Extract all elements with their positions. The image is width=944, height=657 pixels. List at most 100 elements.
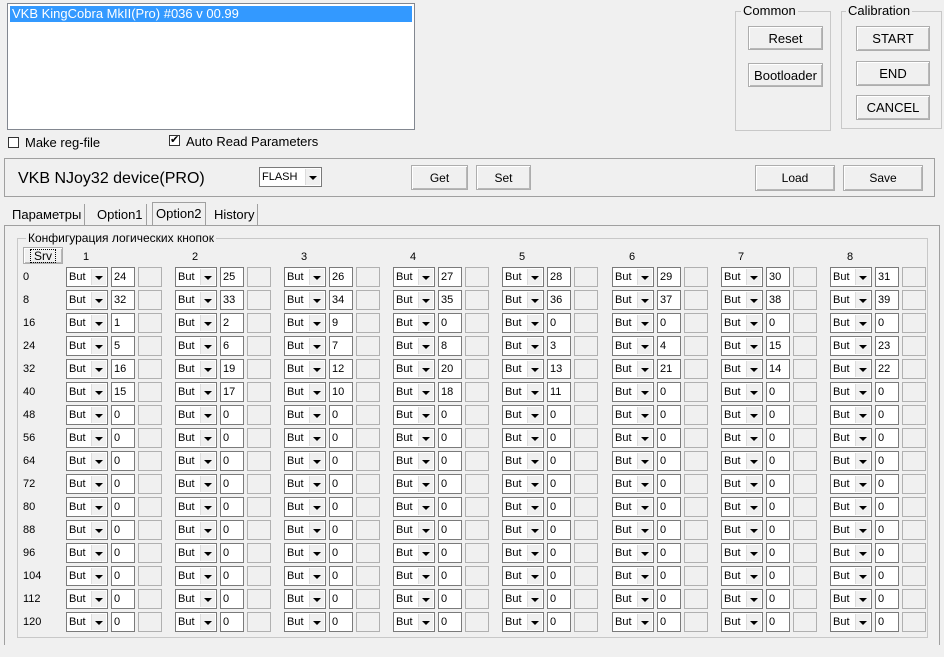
button-number-input[interactable]: 17 [220, 382, 244, 402]
chevron-down-icon[interactable] [746, 476, 761, 492]
chevron-down-icon[interactable] [200, 591, 215, 607]
button-extra-field[interactable] [247, 267, 271, 287]
button-extra-field[interactable] [684, 520, 708, 540]
button-type-select[interactable]: But [721, 497, 763, 517]
button-extra-field[interactable] [356, 359, 380, 379]
button-number-input[interactable]: 5 [111, 336, 135, 356]
chevron-down-icon[interactable] [418, 614, 433, 630]
button-extra-field[interactable] [684, 543, 708, 563]
button-number-input[interactable]: 0 [875, 474, 899, 494]
button-type-select[interactable]: But [502, 290, 544, 310]
button-extra-field[interactable] [465, 566, 489, 586]
chevron-down-icon[interactable] [91, 407, 106, 423]
button-type-select[interactable]: But [284, 267, 326, 287]
button-number-input[interactable]: 32 [111, 290, 135, 310]
button-number-input[interactable]: 0 [766, 451, 790, 471]
button-extra-field[interactable] [902, 612, 926, 632]
button-type-select[interactable]: But [612, 566, 654, 586]
device-listbox[interactable]: VKB KingCobra MkII(Pro) #036 v 00.99 [7, 3, 415, 130]
button-extra-field[interactable] [574, 382, 598, 402]
button-number-input[interactable]: 0 [657, 382, 681, 402]
button-number-input[interactable]: 0 [111, 612, 135, 632]
button-number-input[interactable]: 0 [329, 543, 353, 563]
button-type-select[interactable]: But [175, 589, 217, 609]
chevron-down-icon[interactable] [200, 269, 215, 285]
button-number-input[interactable]: 0 [657, 497, 681, 517]
button-number-input[interactable]: 0 [329, 451, 353, 471]
button-number-input[interactable]: 0 [547, 520, 571, 540]
button-number-input[interactable]: 0 [111, 405, 135, 425]
button-number-input[interactable]: 0 [766, 612, 790, 632]
button-number-input[interactable]: 0 [111, 497, 135, 517]
button-number-input[interactable]: 0 [438, 612, 462, 632]
button-number-input[interactable]: 0 [111, 543, 135, 563]
button-number-input[interactable]: 0 [329, 520, 353, 540]
button-number-input[interactable]: 0 [547, 566, 571, 586]
button-extra-field[interactable] [574, 267, 598, 287]
button-type-select[interactable]: But [393, 428, 435, 448]
button-type-select[interactable]: But [66, 543, 108, 563]
chevron-down-icon[interactable] [309, 568, 324, 584]
chevron-down-icon[interactable] [527, 384, 542, 400]
button-type-select[interactable]: But [502, 313, 544, 333]
chevron-down-icon[interactable] [746, 522, 761, 538]
button-number-input[interactable]: 3 [547, 336, 571, 356]
button-extra-field[interactable] [902, 451, 926, 471]
chevron-down-icon[interactable] [200, 361, 215, 377]
button-type-select[interactable]: But [830, 359, 872, 379]
button-number-input[interactable]: 25 [220, 267, 244, 287]
button-extra-field[interactable] [138, 405, 162, 425]
button-extra-field[interactable] [684, 290, 708, 310]
chevron-down-icon[interactable] [746, 292, 761, 308]
button-number-input[interactable]: 0 [547, 451, 571, 471]
button-extra-field[interactable] [574, 474, 598, 494]
button-extra-field[interactable] [465, 612, 489, 632]
button-number-input[interactable]: 24 [111, 267, 135, 287]
button-number-input[interactable]: 0 [766, 474, 790, 494]
memory-select[interactable]: FLASH [259, 167, 322, 187]
button-extra-field[interactable] [356, 451, 380, 471]
chevron-down-icon[interactable] [418, 407, 433, 423]
button-type-select[interactable]: But [502, 451, 544, 471]
button-type-select[interactable]: But [66, 589, 108, 609]
button-extra-field[interactable] [356, 566, 380, 586]
reset-button[interactable]: Reset [748, 26, 823, 50]
button-number-input[interactable]: 10 [329, 382, 353, 402]
chevron-down-icon[interactable] [527, 315, 542, 331]
button-type-select[interactable]: But [393, 497, 435, 517]
button-extra-field[interactable] [793, 612, 817, 632]
button-number-input[interactable]: 0 [657, 520, 681, 540]
chevron-down-icon[interactable] [91, 361, 106, 377]
button-number-input[interactable]: 0 [766, 589, 790, 609]
button-extra-field[interactable] [465, 451, 489, 471]
button-type-select[interactable]: But [612, 336, 654, 356]
button-number-input[interactable]: 0 [547, 612, 571, 632]
button-number-input[interactable]: 2 [220, 313, 244, 333]
button-extra-field[interactable] [356, 612, 380, 632]
chevron-down-icon[interactable] [855, 499, 870, 515]
button-number-input[interactable]: 34 [329, 290, 353, 310]
button-extra-field[interactable] [793, 405, 817, 425]
button-number-input[interactable]: 0 [438, 451, 462, 471]
button-type-select[interactable]: But [721, 451, 763, 471]
button-extra-field[interactable] [684, 451, 708, 471]
button-extra-field[interactable] [465, 313, 489, 333]
chevron-down-icon[interactable] [91, 499, 106, 515]
button-type-select[interactable]: But [175, 428, 217, 448]
chevron-down-icon[interactable] [418, 361, 433, 377]
chevron-down-icon[interactable] [527, 591, 542, 607]
button-type-select[interactable]: But [393, 612, 435, 632]
chevron-down-icon[interactable] [746, 361, 761, 377]
button-number-input[interactable]: 0 [766, 313, 790, 333]
button-type-select[interactable]: But [502, 589, 544, 609]
button-number-input[interactable]: 0 [657, 612, 681, 632]
button-extra-field[interactable] [356, 405, 380, 425]
button-type-select[interactable]: But [66, 566, 108, 586]
chevron-down-icon[interactable] [418, 476, 433, 492]
button-extra-field[interactable] [465, 474, 489, 494]
button-extra-field[interactable] [247, 382, 271, 402]
button-type-select[interactable]: But [830, 382, 872, 402]
button-type-select[interactable]: But [66, 336, 108, 356]
button-number-input[interactable]: 0 [875, 543, 899, 563]
button-extra-field[interactable] [356, 382, 380, 402]
